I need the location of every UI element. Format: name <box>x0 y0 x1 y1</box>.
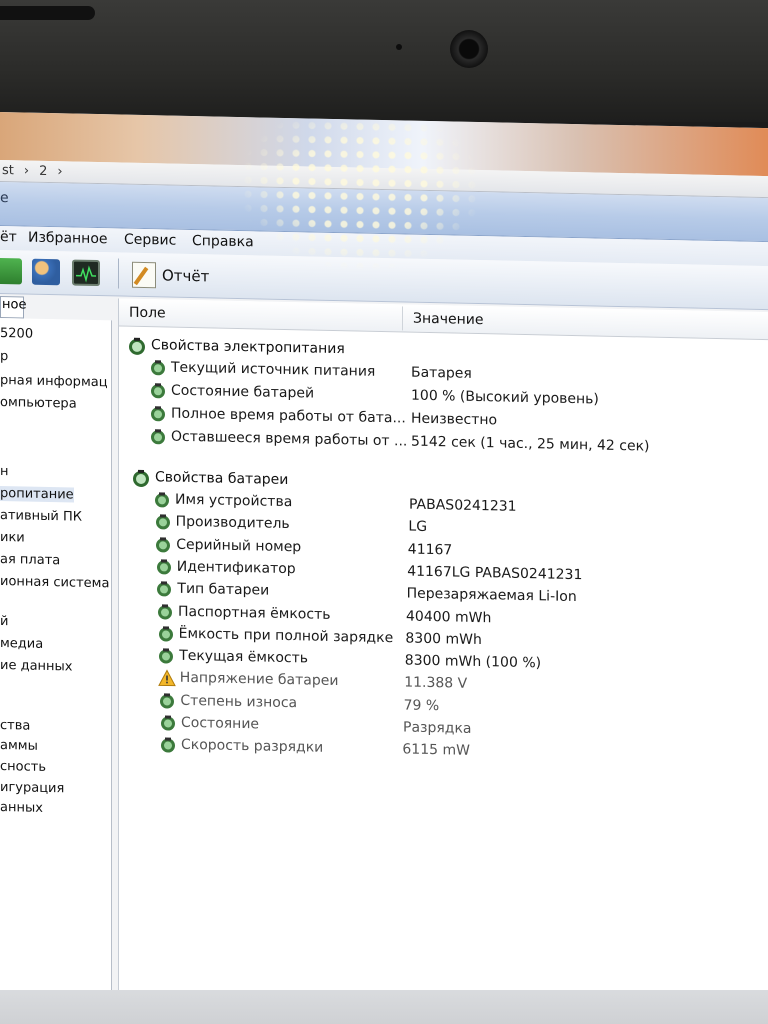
laptop-bezel-top <box>0 0 768 122</box>
tree-item[interactable]: ативный ПК <box>0 508 82 525</box>
group-title: Свойства батареи <box>155 469 289 489</box>
property-field: Степень износа <box>180 692 298 711</box>
toolbar-separator <box>118 258 119 289</box>
property-field: Текущий источник питания <box>171 359 376 380</box>
property-field: Паспортная ёмкость <box>178 603 331 623</box>
property-field: Серийный номер <box>176 536 302 555</box>
group-title: Свойства электропитания <box>151 337 345 358</box>
property-value: 6115 mW <box>402 741 470 760</box>
property-field: Имя устройства <box>175 491 293 511</box>
tree-item[interactable]: анных <box>0 800 43 816</box>
property-field: Ёмкость при полной зарядке <box>178 625 394 647</box>
column-resize-handle[interactable] <box>402 306 403 331</box>
breadcrumb-item[interactable]: st <box>2 163 14 178</box>
battery-icon <box>154 536 172 554</box>
tree-item[interactable]: 5200 <box>0 326 33 342</box>
tree-item[interactable]: ие данных <box>0 658 73 675</box>
property-value: 8300 mWh (100 %) <box>404 652 542 672</box>
tree-item[interactable]: сность <box>0 759 46 775</box>
column-header-field[interactable]: Поле <box>129 305 166 322</box>
property-value: LG <box>408 518 428 536</box>
battery-icon <box>153 491 171 509</box>
tree-item[interactable]: медиа <box>0 636 43 652</box>
property-value: 5142 сек (1 час., 25 мин, 42 сек) <box>411 433 650 455</box>
battery-icon <box>149 382 167 400</box>
navigation-tree: 5200 р рная информац омпьютера н ропитан… <box>0 318 112 995</box>
battery-icon <box>157 625 175 643</box>
report-button-label: Отчёт <box>162 266 210 286</box>
tree-item-selected[interactable]: ропитание <box>0 486 74 503</box>
tree-item[interactable]: н <box>0 464 9 479</box>
tree-item[interactable]: р <box>0 349 8 364</box>
property-field: Полное время работы от бата... <box>171 405 406 427</box>
monitor-icon[interactable] <box>72 259 100 287</box>
window-title: е <box>0 190 9 207</box>
property-field: Скорость разрядки <box>181 737 324 757</box>
tree-item[interactable]: омпьютера <box>0 395 77 412</box>
battery-icon <box>159 714 177 732</box>
report-button[interactable]: Отчёт <box>132 261 209 291</box>
breadcrumb-item[interactable]: 2 <box>39 164 47 179</box>
tree-item[interactable]: аммы <box>0 738 38 754</box>
menu-item-report[interactable]: ёт <box>0 229 17 245</box>
battery-icon <box>156 603 174 621</box>
property-field: Напряжение батареи <box>179 670 339 690</box>
tree-item[interactable]: рная информац <box>0 373 108 390</box>
webcam <box>450 30 488 68</box>
tree-item[interactable]: игурация <box>0 780 64 796</box>
breadcrumb-separator: › <box>23 163 30 179</box>
battery-icon <box>158 692 176 710</box>
property-value: PABAS0241231 <box>409 496 517 515</box>
menu-item-favorites[interactable]: Избранное <box>28 230 108 248</box>
column-header-value[interactable]: Значение <box>413 311 483 328</box>
battery-icon <box>149 405 167 423</box>
property-field: Оставшееся время работы от ... <box>171 428 408 450</box>
details-list: Поле Значение Свойства электропитания Тек… <box>118 298 768 1009</box>
tree-item[interactable]: ионная система <box>0 574 109 591</box>
users-icon[interactable] <box>32 258 60 286</box>
property-value: Батарея <box>411 364 472 382</box>
battery-icon <box>159 737 177 755</box>
left-panel-tab[interactable]: ное <box>0 296 26 319</box>
tree-item[interactable]: й <box>0 614 8 629</box>
battery-icon <box>157 647 175 665</box>
report-icon <box>132 261 156 289</box>
screen: st › 2 › е ёт Избранное Сервис Справка О… <box>0 112 768 1009</box>
bezel-notch <box>0 6 95 20</box>
property-value: 41167LG PABAS0241231 <box>407 563 583 584</box>
property-value: Разрядка <box>403 719 472 737</box>
battery-icon <box>155 558 173 576</box>
property-value: 40400 mWh <box>406 608 492 626</box>
microphone-dot <box>396 44 402 50</box>
property-value: Неизвестно <box>411 410 498 429</box>
tree-item[interactable]: ики <box>0 530 25 546</box>
property-field: Состояние батарей <box>171 382 315 402</box>
property-value: 41167 <box>407 541 453 559</box>
menu-item-service[interactable]: Сервис <box>124 232 176 249</box>
property-field: Состояние <box>181 714 260 733</box>
property-value: 100 % (Высокий уровень) <box>411 387 599 408</box>
battery-icon <box>149 359 167 377</box>
refresh-icon[interactable] <box>0 257 22 285</box>
battery-icon <box>155 580 173 598</box>
warning-icon <box>157 669 176 688</box>
breadcrumb-separator: › <box>57 164 63 180</box>
power-group-icon <box>131 469 149 487</box>
battery-icon <box>149 428 167 446</box>
property-field: Идентификатор <box>176 558 296 578</box>
tree-item[interactable]: ства <box>0 718 30 734</box>
property-value: 8300 mWh <box>405 630 482 648</box>
property-field: Производитель <box>175 513 290 533</box>
property-value: 11.388 V <box>404 674 468 693</box>
laptop-bezel-bottom <box>0 990 768 1024</box>
property-field: Текущая ёмкость <box>179 647 309 667</box>
menu-item-help[interactable]: Справка <box>192 233 254 250</box>
power-group-icon <box>127 337 145 355</box>
property-field: Тип батареи <box>177 580 270 599</box>
property-value: 79 % <box>403 697 440 714</box>
property-value: Перезаряжаемая Li-Ion <box>406 585 577 606</box>
battery-icon <box>154 514 172 532</box>
tree-item[interactable]: ая плата <box>0 552 60 568</box>
